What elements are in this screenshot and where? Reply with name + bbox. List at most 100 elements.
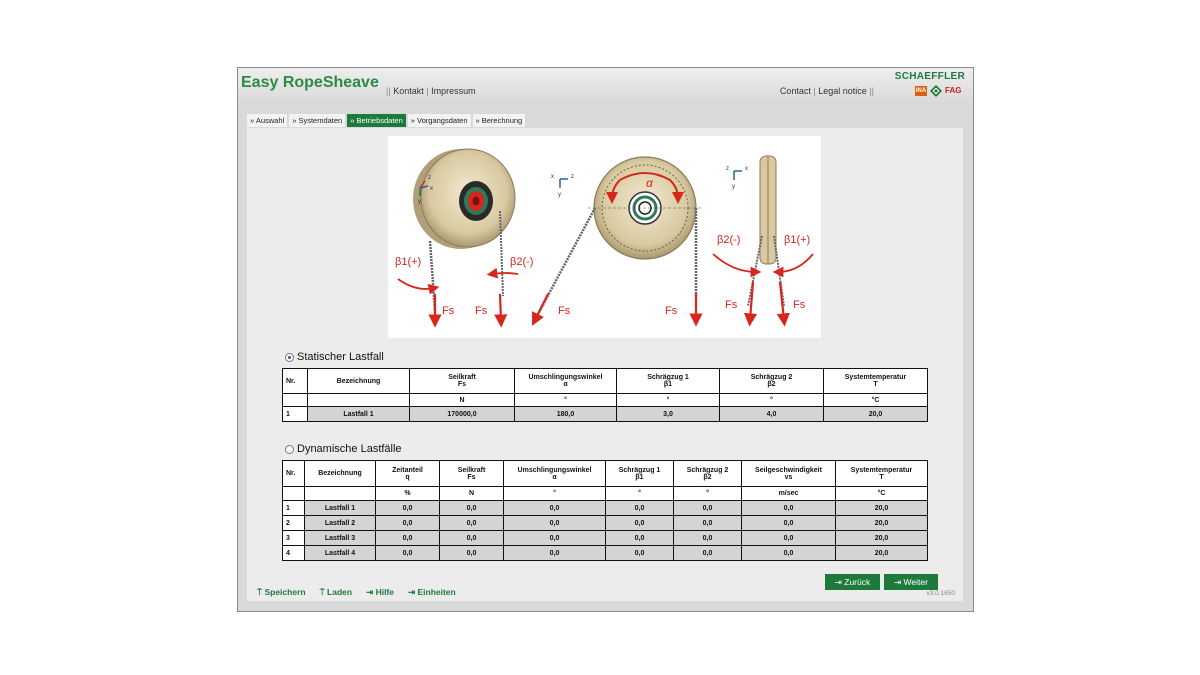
systemtemperatur-input[interactable]: 20,0	[835, 500, 928, 516]
zeitanteil-input[interactable]: 0,0	[375, 500, 440, 516]
static-radio-button[interactable]	[285, 352, 294, 362]
zeitanteil-input[interactable]: 0,0	[375, 545, 440, 561]
contact-link[interactable]: Contact	[780, 86, 811, 96]
row-number: 1	[282, 406, 308, 422]
tab-betriebsdaten[interactable]: » Betriebsdaten	[347, 114, 406, 127]
table-row: 2 Lastfall 2 0,0 0,0 0,0 0,0 0,0 0,0 20,0	[282, 515, 928, 531]
column-header: Umschlingungswinkel α	[503, 460, 606, 487]
seilgeschwindigkeit-input[interactable]: 0,0	[741, 545, 836, 561]
seilgeschwindigkeit-input[interactable]: 0,0	[741, 530, 836, 546]
load-icon: ⍑	[319, 587, 328, 597]
unit-cell: m/sec	[741, 486, 836, 501]
next-button[interactable]: ⇥ Weiter	[884, 574, 938, 590]
seilkraft-input[interactable]: 0,0	[439, 500, 504, 516]
ina-logo: INA	[915, 86, 927, 96]
umschlingungswinkel-input[interactable]: 0,0	[503, 515, 606, 531]
seilkraft-input[interactable]: 0,0	[439, 515, 504, 531]
save-button[interactable]: ⍑ Speichern	[257, 587, 306, 598]
unit-cell	[307, 393, 410, 407]
schaeffler-cross-icon	[930, 85, 942, 97]
top-links-left: || Kontakt | Impressum	[386, 86, 476, 96]
legal-notice-link[interactable]: Legal notice	[818, 86, 867, 96]
tab-vorgangsdaten[interactable]: » Vorgangsdaten	[407, 114, 471, 127]
schraegzug2-input[interactable]: 4,0	[719, 406, 824, 422]
tab-systemdaten[interactable]: » Systemdaten	[289, 114, 346, 127]
tab-bar: » Auswahl » Systemdaten » Betriebsdaten …	[247, 114, 526, 127]
schaeffler-logo: SCHAEFFLER	[894, 71, 965, 82]
schraegzug2-input[interactable]: 0,0	[673, 500, 742, 516]
schraegzug2-input[interactable]: 0,0	[673, 515, 742, 531]
systemtemperatur-input[interactable]: 20,0	[835, 515, 928, 531]
umschlingungswinkel-input[interactable]: 0,0	[503, 500, 606, 516]
unit-cell: °	[616, 393, 720, 407]
table-header-row: Nr. Bezeichnung Seilkraft Fs Umschlingun…	[282, 368, 928, 394]
seilgeschwindigkeit-input[interactable]: 0,0	[741, 515, 836, 531]
umschlingungswinkel-input[interactable]: 0,0	[503, 545, 606, 561]
rope-sheave-diagram: z x y β1(+) β2(-) Fs Fs α x z y Fs Fs z …	[388, 136, 821, 338]
row-name-cell[interactable]: Lastfall 4	[304, 545, 376, 561]
beta2-label-right: β2(-)	[717, 234, 740, 246]
sheave-left	[413, 148, 516, 312]
seilkraft-input[interactable]: 0,0	[439, 545, 504, 561]
schraegzug1-input[interactable]: 0,0	[605, 530, 674, 546]
schraegzug1-input[interactable]: 0,0	[605, 500, 674, 516]
umschlingungswinkel-input[interactable]: 180,0	[514, 406, 617, 422]
systemtemperatur-input[interactable]: 20,0	[835, 530, 928, 546]
systemtemperatur-input[interactable]: 20,0	[835, 545, 928, 561]
svg-text:y: y	[732, 184, 735, 190]
svg-text:y: y	[558, 192, 561, 198]
content-panel: z x y β1(+) β2(-) Fs Fs α x z y Fs Fs z …	[247, 128, 963, 601]
seilkraft-input[interactable]: 0,0	[439, 530, 504, 546]
table-row: 3 Lastfall 3 0,0 0,0 0,0 0,0 0,0 0,0 20,0	[282, 530, 928, 546]
unit-cell: °	[605, 486, 674, 501]
row-name-cell[interactable]: Lastfall 3	[304, 530, 376, 546]
tab-auswahl[interactable]: » Auswahl	[247, 114, 288, 127]
static-loadcase-option[interactable]: Statischer Lastfall	[285, 351, 384, 363]
next-icon: ⇥	[894, 577, 904, 587]
table-row: 1 Lastfall 1 170000,0 180,0 3,0 4,0 20,0	[282, 406, 928, 422]
units-button[interactable]: ⇥ Einheiten	[408, 587, 456, 598]
column-header: Bezeichnung	[307, 368, 410, 394]
load-button[interactable]: ⍑ Laden	[320, 587, 353, 598]
dynamic-radio-button[interactable]	[285, 444, 294, 454]
umschlingungswinkel-input[interactable]: 0,0	[503, 530, 606, 546]
seilkraft-input[interactable]: 170000,0	[409, 406, 515, 422]
dynamic-loadcase-option[interactable]: Dynamische Lastfälle	[285, 443, 402, 455]
fs-label-3: Fs	[558, 305, 571, 317]
kontakt-link[interactable]: Kontakt	[393, 86, 424, 96]
schraegzug1-input[interactable]: 0,0	[605, 545, 674, 561]
svg-text:x: x	[430, 186, 433, 192]
tab-berechnung[interactable]: » Berechnung	[472, 114, 526, 127]
unit-cell: °	[503, 486, 606, 501]
row-name-cell[interactable]: Lastfall 1	[304, 500, 376, 516]
impressum-link[interactable]: Impressum	[431, 86, 476, 96]
schraegzug2-input[interactable]: 0,0	[673, 545, 742, 561]
version-label: v3.0.1650	[926, 590, 955, 597]
svg-text:z: z	[428, 175, 431, 181]
help-button[interactable]: ⇥ Hilfe	[366, 587, 394, 598]
column-header: Systemtemperatur T	[823, 368, 928, 394]
table-row: 1 Lastfall 1 0,0 0,0 0,0 0,0 0,0 0,0 20,0	[282, 500, 928, 516]
systemtemperatur-input[interactable]: 20,0	[823, 406, 928, 422]
unit-cell: °	[673, 486, 742, 501]
top-links-right: Contact | Legal notice ||	[779, 86, 874, 96]
static-loadcase-table: Nr. Bezeichnung Seilkraft Fs Umschlingun…	[282, 368, 928, 422]
svg-text:x: x	[551, 174, 554, 180]
unit-cell: N	[409, 393, 515, 407]
back-button[interactable]: ⇥ Zurück	[825, 574, 880, 590]
seilgeschwindigkeit-input[interactable]: 0,0	[741, 500, 836, 516]
schraegzug1-input[interactable]: 3,0	[616, 406, 720, 422]
schraegzug2-input[interactable]: 0,0	[673, 530, 742, 546]
help-icon: ⇥	[366, 587, 376, 597]
unit-cell	[282, 393, 308, 407]
zeitanteil-input[interactable]: 0,0	[375, 530, 440, 546]
unit-cell: °C	[823, 393, 928, 407]
zeitanteil-input[interactable]: 0,0	[375, 515, 440, 531]
row-number: 2	[282, 515, 305, 531]
beta2-label-left: β2(-)	[510, 256, 533, 268]
schraegzug1-input[interactable]: 0,0	[605, 515, 674, 531]
row-number: 4	[282, 545, 305, 561]
back-icon: ⇥	[834, 577, 845, 587]
row-name-cell[interactable]: Lastfall 2	[304, 515, 376, 531]
row-name-cell[interactable]: Lastfall 1	[307, 406, 410, 422]
